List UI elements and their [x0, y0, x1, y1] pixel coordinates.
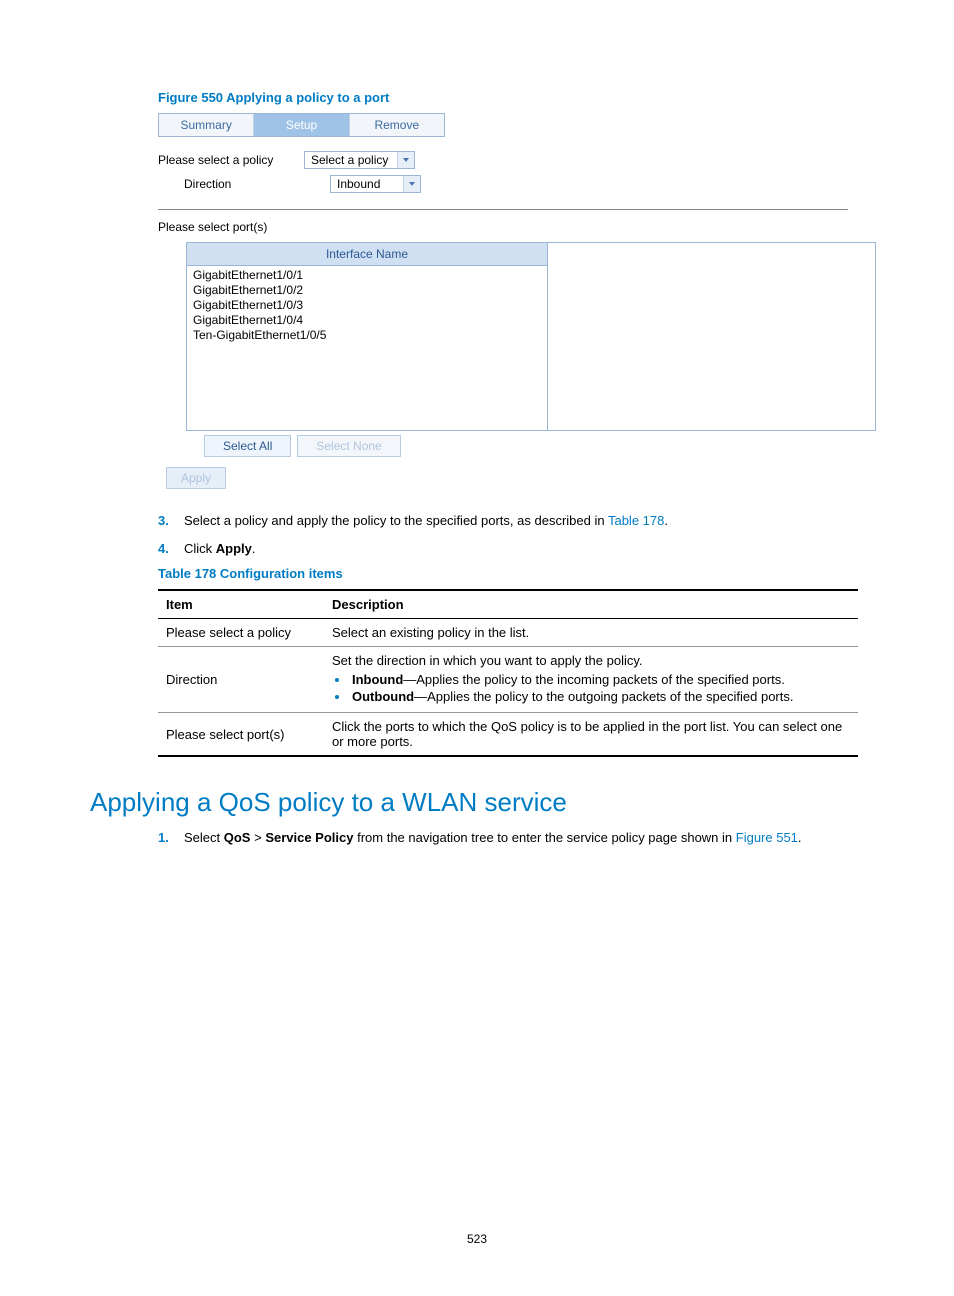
- table-row: Direction Set the direction in which you…: [158, 647, 858, 713]
- tab-setup[interactable]: Setup: [254, 114, 349, 136]
- port-spacer: [548, 242, 876, 431]
- table-caption: Table 178 Configuration items: [158, 566, 864, 581]
- chevron-down-icon[interactable]: [397, 152, 414, 168]
- table-178-link[interactable]: Table 178: [608, 513, 664, 528]
- table-178: Item Description Please select a policy …: [158, 589, 858, 757]
- apply-button[interactable]: Apply: [166, 467, 226, 489]
- port-item[interactable]: GigabitEthernet1/0/2: [187, 283, 547, 298]
- port-item[interactable]: GigabitEthernet1/0/1: [187, 268, 547, 283]
- th-item: Item: [158, 590, 324, 619]
- cell-desc: Set the direction in which you want to a…: [324, 647, 858, 713]
- cell-desc: Click the ports to which the QoS policy …: [324, 713, 858, 757]
- step-text: .: [798, 830, 802, 845]
- direction-intro: Set the direction in which you want to a…: [332, 653, 643, 668]
- step-text: Select: [184, 830, 224, 845]
- port-item[interactable]: Ten-GigabitEthernet1/0/5: [187, 328, 547, 343]
- figure-caption: Figure 550 Applying a policy to a port: [158, 90, 864, 105]
- page-number: 523: [0, 1232, 954, 1246]
- policy-select[interactable]: Select a policy: [304, 151, 415, 169]
- outbound-item: Outbound—Applies the policy to the outgo…: [350, 689, 850, 704]
- port-list[interactable]: GigabitEthernet1/0/1 GigabitEthernet1/0/…: [187, 266, 547, 430]
- chevron-down-icon[interactable]: [403, 176, 420, 192]
- interface-column: Interface Name GigabitEthernet1/0/1 Giga…: [186, 242, 548, 431]
- tab-summary[interactable]: Summary: [159, 114, 254, 136]
- step-text: Click: [184, 541, 216, 556]
- direction-label: Direction: [158, 177, 324, 191]
- figure-550: Summary Setup Remove Please select a pol…: [158, 113, 864, 489]
- direction-select[interactable]: Inbound: [330, 175, 421, 193]
- tab-remove[interactable]: Remove: [350, 114, 444, 136]
- apply-bold: Apply: [216, 541, 252, 556]
- direction-row: Direction Inbound: [158, 175, 864, 193]
- policy-row: Please select a policy Select a policy: [158, 151, 864, 169]
- step-3: 3. Select a policy and apply the policy …: [158, 511, 864, 531]
- policy-label: Please select a policy: [158, 153, 298, 167]
- step-number: 1.: [158, 828, 184, 848]
- inbound-text: —Applies the policy to the incoming pack…: [403, 672, 785, 687]
- step-number: 4.: [158, 539, 184, 559]
- step-number: 3.: [158, 511, 184, 531]
- service-policy-bold: Service Policy: [265, 830, 353, 845]
- outbound-text: —Applies the policy to the outgoing pack…: [414, 689, 793, 704]
- port-panel: Interface Name GigabitEthernet1/0/1 Giga…: [186, 242, 876, 431]
- gt-sep: >: [250, 830, 265, 845]
- inbound-item: Inbound—Applies the policy to the incomi…: [350, 672, 850, 687]
- cell-item: Please select port(s): [158, 713, 324, 757]
- policy-select-value: Select a policy: [305, 152, 397, 168]
- figure-551-link[interactable]: Figure 551: [736, 830, 798, 845]
- step-text: .: [664, 513, 668, 528]
- select-button-row: Select All Select None: [204, 435, 864, 457]
- tab-row: Summary Setup Remove: [158, 113, 445, 137]
- outbound-bold: Outbound: [352, 689, 414, 704]
- table-row: Please select a policy Select an existin…: [158, 619, 858, 647]
- cell-item: Please select a policy: [158, 619, 324, 647]
- port-item[interactable]: GigabitEthernet1/0/4: [187, 313, 547, 328]
- step-1: 1. Select QoS > Service Policy from the …: [158, 828, 864, 848]
- ports-label: Please select port(s): [158, 220, 864, 234]
- table-row: Please select port(s) Click the ports to…: [158, 713, 858, 757]
- port-item[interactable]: GigabitEthernet1/0/3: [187, 298, 547, 313]
- step-text: from the navigation tree to enter the se…: [353, 830, 735, 845]
- direction-select-value: Inbound: [331, 176, 403, 192]
- interface-header: Interface Name: [187, 243, 547, 266]
- select-none-button[interactable]: Select None: [297, 435, 400, 457]
- step-4: 4. Click Apply.: [158, 539, 864, 559]
- cell-desc: Select an existing policy in the list.: [324, 619, 858, 647]
- step-text: .: [252, 541, 256, 556]
- th-desc: Description: [324, 590, 858, 619]
- step-text: Select a policy and apply the policy to …: [184, 513, 608, 528]
- inbound-bold: Inbound: [352, 672, 403, 687]
- divider: [158, 209, 848, 210]
- qos-bold: QoS: [224, 830, 251, 845]
- select-all-button[interactable]: Select All: [204, 435, 291, 457]
- cell-item: Direction: [158, 647, 324, 713]
- section-heading: Applying a QoS policy to a WLAN service: [90, 787, 864, 818]
